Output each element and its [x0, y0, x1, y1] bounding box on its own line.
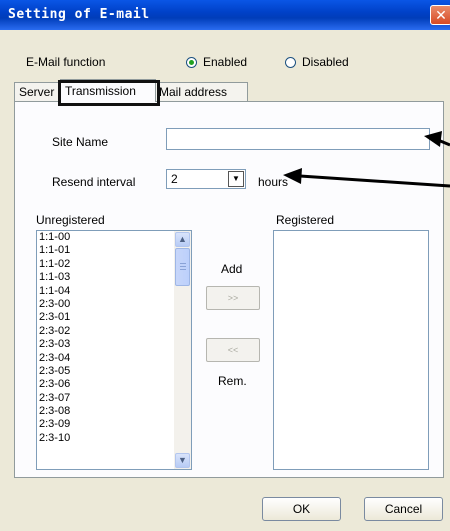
add-button[interactable]: >>: [206, 286, 260, 310]
window-title: Setting of E-mail: [8, 7, 150, 22]
list-item[interactable]: 2:3-07: [37, 392, 191, 405]
list-item[interactable]: 1:1-00: [37, 231, 191, 244]
tab-highlight-callout: [58, 80, 160, 106]
radio-disabled-indicator[interactable]: [285, 56, 296, 68]
radio-disabled-label: Disabled: [302, 55, 349, 69]
list-item[interactable]: 1:1-04: [37, 285, 191, 298]
tab-server[interactable]: Server: [14, 82, 60, 101]
cancel-button[interactable]: Cancel: [364, 497, 443, 521]
list-item[interactable]: 1:1-03: [37, 271, 191, 284]
list-item[interactable]: 2:3-09: [37, 418, 191, 431]
list-item[interactable]: 2:3-08: [37, 405, 191, 418]
unregistered-listbox[interactable]: 1:1-00 1:1-01 1:1-02 1:1-03 1:1-04 2:3-00 2:3-…: [36, 230, 192, 470]
thumb-grip-line: [180, 269, 186, 270]
title-bar[interactable]: Setting of E-mail ✕: [0, 0, 450, 30]
thumb-grip-line: [180, 263, 186, 264]
tab-mail-address[interactable]: Mail address: [154, 82, 248, 101]
list-item[interactable]: 2:3-00: [37, 298, 191, 311]
list-item[interactable]: 2:3-02: [37, 325, 191, 338]
ok-button[interactable]: OK: [262, 497, 341, 521]
resend-interval-select[interactable]: 2 ▼: [166, 169, 246, 189]
site-name-input[interactable]: [166, 128, 430, 150]
resend-unit-label: hours: [258, 175, 289, 189]
radio-disabled[interactable]: Disabled: [285, 55, 349, 69]
scroll-thumb[interactable]: [175, 248, 190, 286]
unregistered-items: 1:1-00 1:1-01 1:1-02 1:1-03 1:1-04 2:3-00 2:3-…: [37, 231, 191, 445]
close-icon[interactable]: ✕: [430, 5, 450, 25]
scroll-down-icon[interactable]: ▼: [175, 453, 190, 468]
unregistered-scrollbar[interactable]: ▲ ▼: [174, 231, 191, 469]
thumb-grip-line: [180, 266, 186, 267]
site-name-label: Site Name: [52, 135, 109, 149]
list-item[interactable]: 2:3-10: [37, 432, 191, 445]
list-item[interactable]: 2:3-01: [37, 311, 191, 324]
email-function-label: E-Mail function: [26, 55, 106, 69]
email-settings-dialog: Setting of E-mail ✕ E-Mail function Enab…: [0, 0, 450, 531]
list-item[interactable]: 1:1-02: [37, 258, 191, 271]
resend-interval-value: 2: [171, 172, 178, 186]
radio-enabled-indicator[interactable]: [186, 56, 197, 68]
list-item[interactable]: 2:3-04: [37, 352, 191, 365]
radio-enabled-label: Enabled: [203, 55, 248, 69]
registered-listbox[interactable]: [273, 230, 429, 470]
scroll-up-icon[interactable]: ▲: [175, 232, 190, 247]
radio-enabled[interactable]: Enabled: [186, 55, 247, 69]
add-label: Add: [221, 262, 243, 276]
chevron-down-icon[interactable]: ▼: [228, 171, 244, 187]
resend-interval-label: Resend interval: [52, 175, 136, 189]
unregistered-label: Unregistered: [36, 213, 105, 227]
list-item[interactable]: 2:3-05: [37, 365, 191, 378]
remove-button[interactable]: <<: [206, 338, 260, 362]
list-item[interactable]: 2:3-03: [37, 338, 191, 351]
list-item[interactable]: 1:1-01: [37, 244, 191, 257]
registered-label: Registered: [276, 213, 335, 227]
list-item[interactable]: 2:3-06: [37, 378, 191, 391]
remove-label: Rem.: [218, 374, 247, 388]
